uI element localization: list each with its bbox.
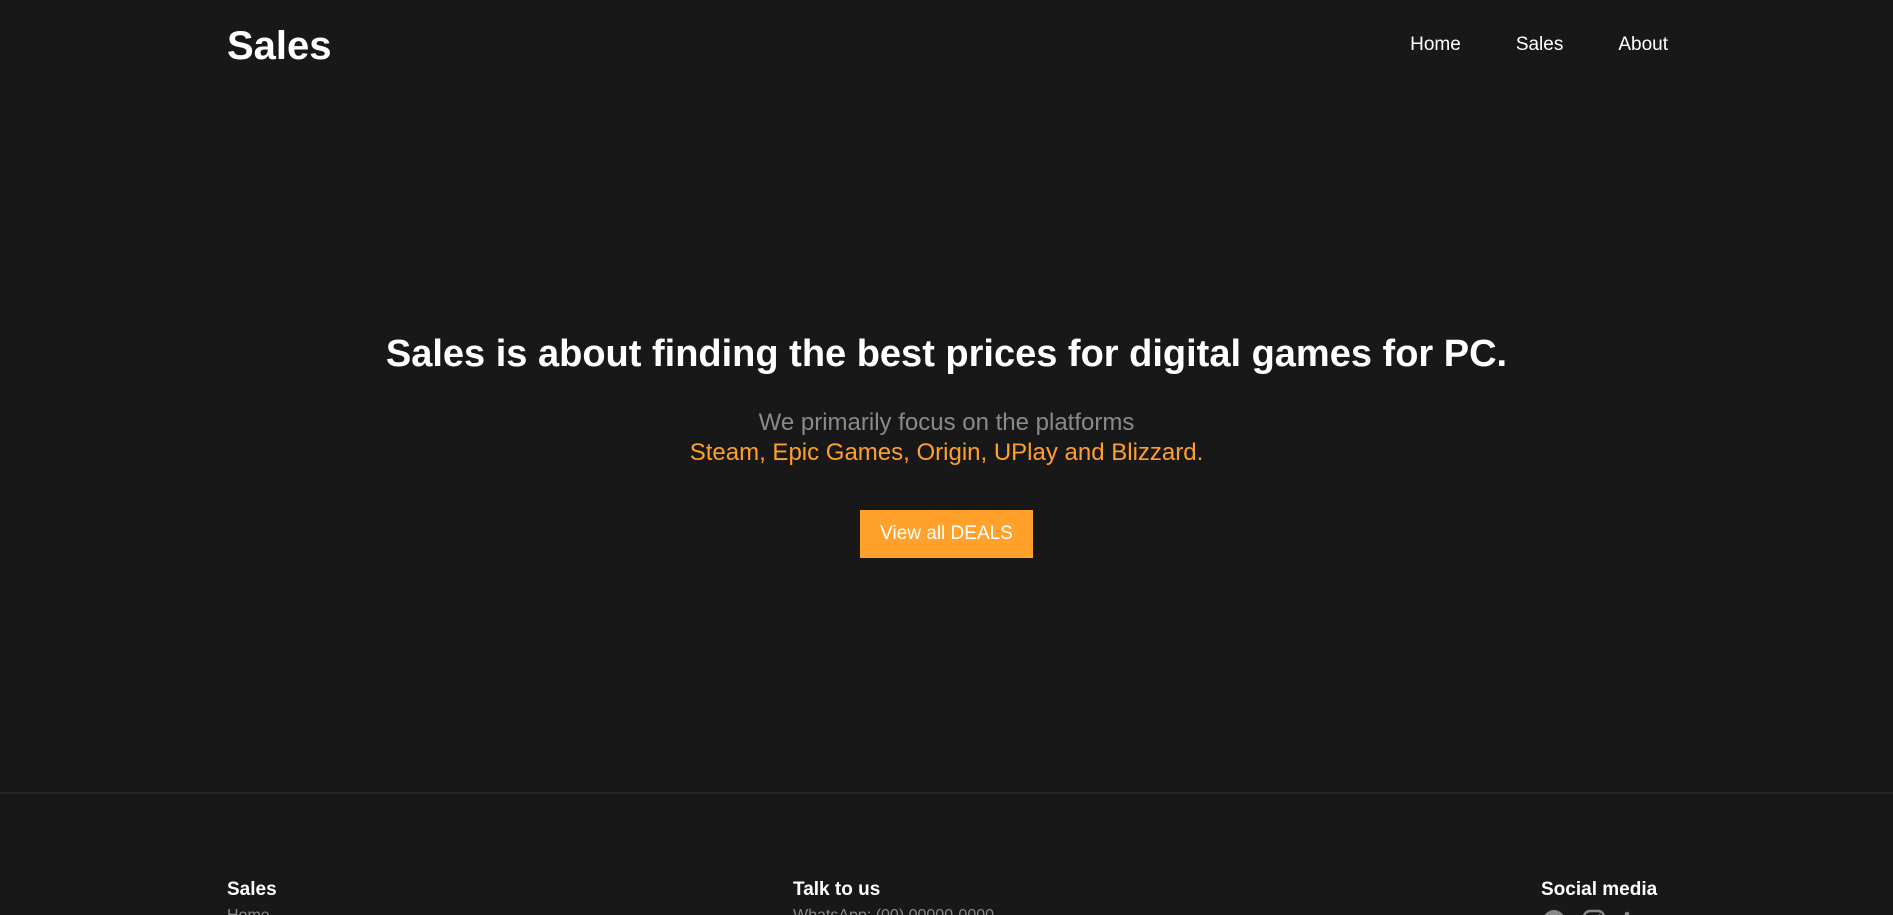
main-nav: Home Sales About <box>1410 33 1668 57</box>
footer-sales-column: Sales Home <box>227 878 277 915</box>
site-header: Sales Home Sales About <box>0 0 1893 92</box>
site-logo[interactable]: Sales <box>227 20 332 72</box>
nav-home-link[interactable]: Home <box>1410 33 1461 57</box>
nav-sales-link[interactable]: Sales <box>1516 33 1564 57</box>
hero-platforms: Steam, Epic Games, Origin, UPlay and Bli… <box>689 439 1204 466</box>
footer-home-link[interactable]: Home <box>227 906 277 915</box>
footer-sales-heading: Sales <box>227 879 277 900</box>
github-icon[interactable] <box>1541 908 1567 915</box>
hero-subtitle: We primarily focus on the platforms <box>758 409 1135 436</box>
hero-section: Sales is about finding the best prices f… <box>0 330 1893 558</box>
footer-whatsapp-contact: WhatsApp: (00) 00000-0000 <box>793 906 994 915</box>
view-all-deals-button[interactable]: View all DEALS <box>860 510 1033 558</box>
hero-title: Sales is about finding the best prices f… <box>385 333 1508 375</box>
linkedin-icon[interactable] <box>1621 908 1647 915</box>
social-icons <box>1541 908 1657 915</box>
instagram-icon[interactable] <box>1581 908 1607 915</box>
site-footer: Sales Home Talk to us WhatsApp: (00) 000… <box>0 794 1893 915</box>
footer-talk-heading: Talk to us <box>793 879 881 900</box>
footer-social-heading: Social media <box>1541 879 1658 900</box>
page: Sales Home Sales About Sales is about fi… <box>0 0 1893 915</box>
nav-about-link[interactable]: About <box>1618 33 1668 57</box>
footer-social-column: Social media <box>1541 878 1657 915</box>
footer-talk-column: Talk to us WhatsApp: (00) 00000-0000 <box>793 878 994 915</box>
